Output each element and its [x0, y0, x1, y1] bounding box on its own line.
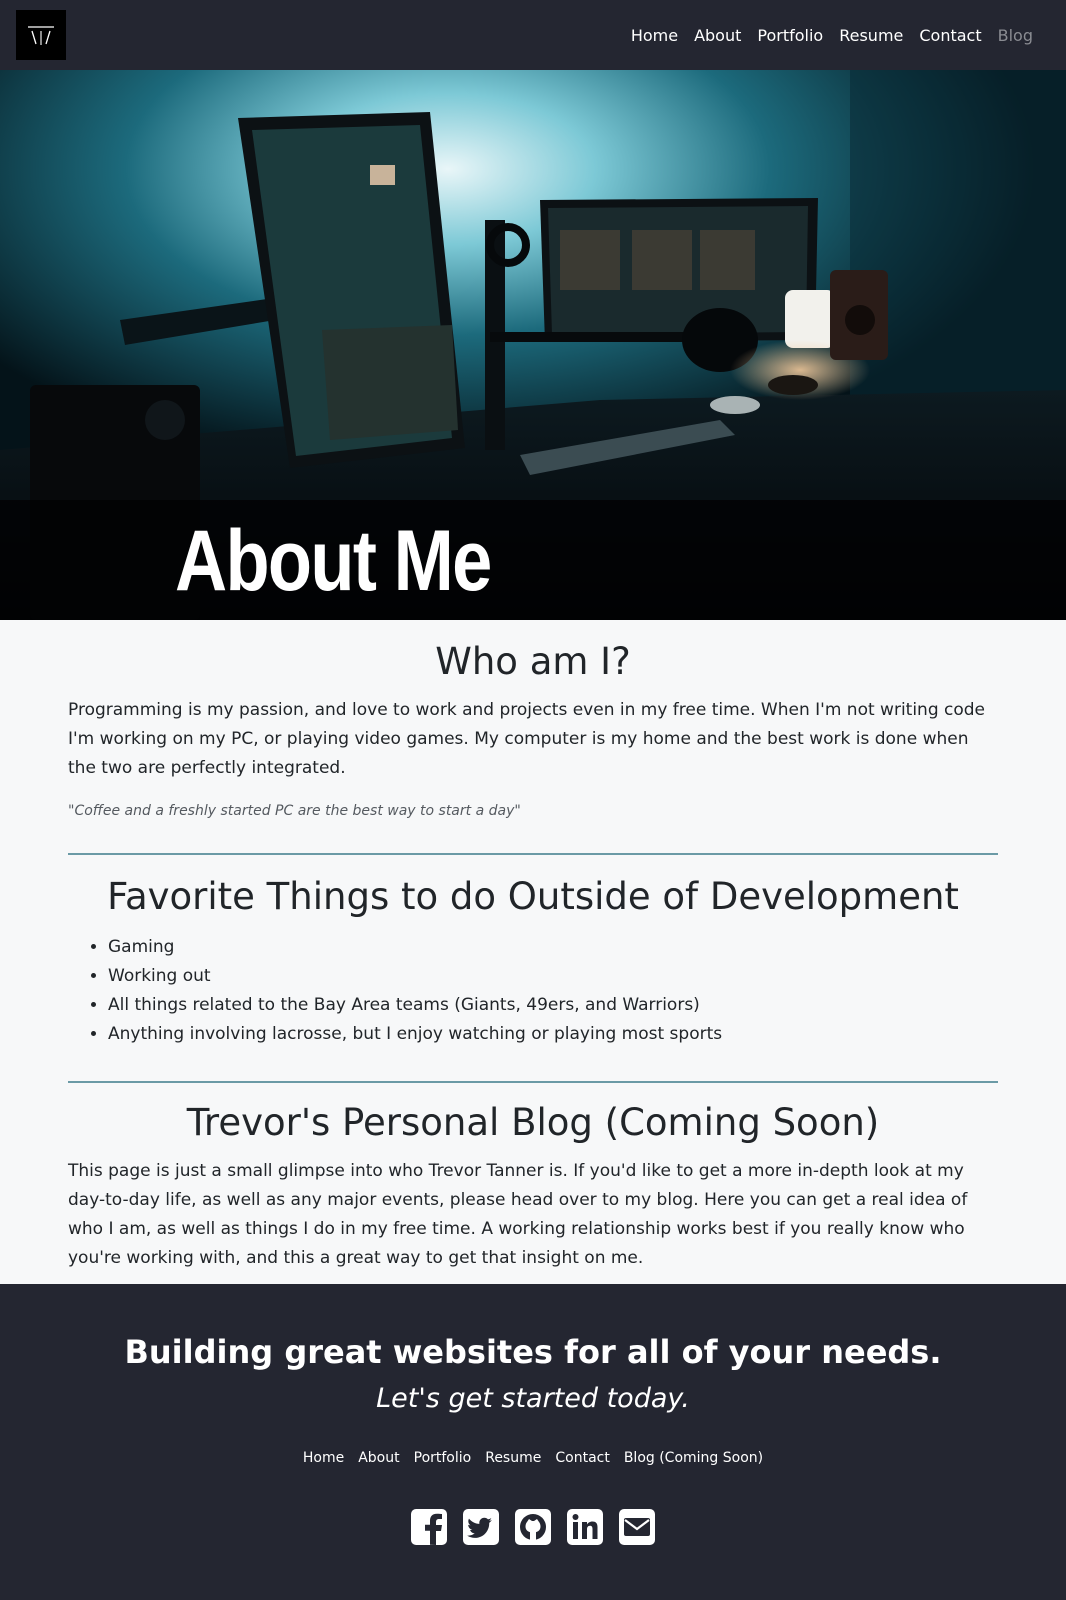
- list-item: Gaming: [108, 933, 998, 962]
- footer-link-portfolio[interactable]: Portfolio: [414, 1450, 472, 1466]
- footer-link-about[interactable]: About: [358, 1450, 399, 1466]
- who-title: Who am I?: [435, 640, 631, 683]
- who-quote: "Coffee and a freshly started PC are the…: [68, 803, 521, 819]
- footer-subline: Let's get started today.: [376, 1383, 690, 1414]
- list-item: All things related to the Bay Area teams…: [108, 991, 998, 1020]
- footer-link-contact[interactable]: Contact: [555, 1450, 609, 1466]
- footer: Building great websites for all of your …: [0, 1284, 1066, 1600]
- section-divider: [68, 1081, 998, 1083]
- nav-contact[interactable]: Contact: [911, 26, 989, 45]
- nav-home[interactable]: Home: [623, 26, 686, 45]
- nav-resume[interactable]: Resume: [831, 26, 911, 45]
- facebook-icon[interactable]: [410, 1508, 448, 1546]
- github-icon[interactable]: [514, 1508, 552, 1546]
- envelope-icon[interactable]: [618, 1508, 656, 1546]
- list-item: Anything involving lacrosse, but I enjoy…: [108, 1020, 998, 1049]
- nav-portfolio[interactable]: Portfolio: [749, 26, 831, 45]
- blog-paragraph: This page is just a small glimpse into w…: [68, 1161, 968, 1268]
- footer-link-resume[interactable]: Resume: [485, 1450, 541, 1466]
- logo-tt[interactable]: [16, 10, 66, 60]
- hero-banner: About Me: [0, 70, 1066, 620]
- nav-blog[interactable]: Blog: [990, 26, 1041, 45]
- social-links: [0, 1508, 1066, 1546]
- blog-title: Trevor's Personal Blog (Coming Soon): [186, 1101, 880, 1144]
- who-paragraph: Programming is my passion, and love to w…: [68, 700, 986, 778]
- footer-links: Home About Portfolio Resume Contact Blog…: [0, 1450, 1066, 1466]
- footer-link-home[interactable]: Home: [303, 1450, 344, 1466]
- favorites-title: Favorite Things to do Outside of Develop…: [107, 875, 959, 918]
- hero-title: About Me: [175, 513, 492, 609]
- footer-headline: Building great websites for all of your …: [124, 1333, 942, 1371]
- nav-about[interactable]: About: [686, 26, 749, 45]
- main-content: Who am I? Programming is my passion, and…: [0, 620, 1066, 1273]
- navbar: Home About Portfolio Resume Contact Blog: [0, 0, 1066, 70]
- twitter-icon[interactable]: [462, 1508, 500, 1546]
- footer-link-blog[interactable]: Blog (Coming Soon): [624, 1450, 763, 1466]
- linkedin-icon[interactable]: [566, 1508, 604, 1546]
- favorites-list: Gaming Working out All things related to…: [68, 933, 998, 1049]
- section-divider: [68, 853, 998, 855]
- nav-links: Home About Portfolio Resume Contact Blog: [623, 26, 1050, 45]
- hero-desk-image: [0, 70, 1066, 620]
- list-item: Working out: [108, 962, 998, 991]
